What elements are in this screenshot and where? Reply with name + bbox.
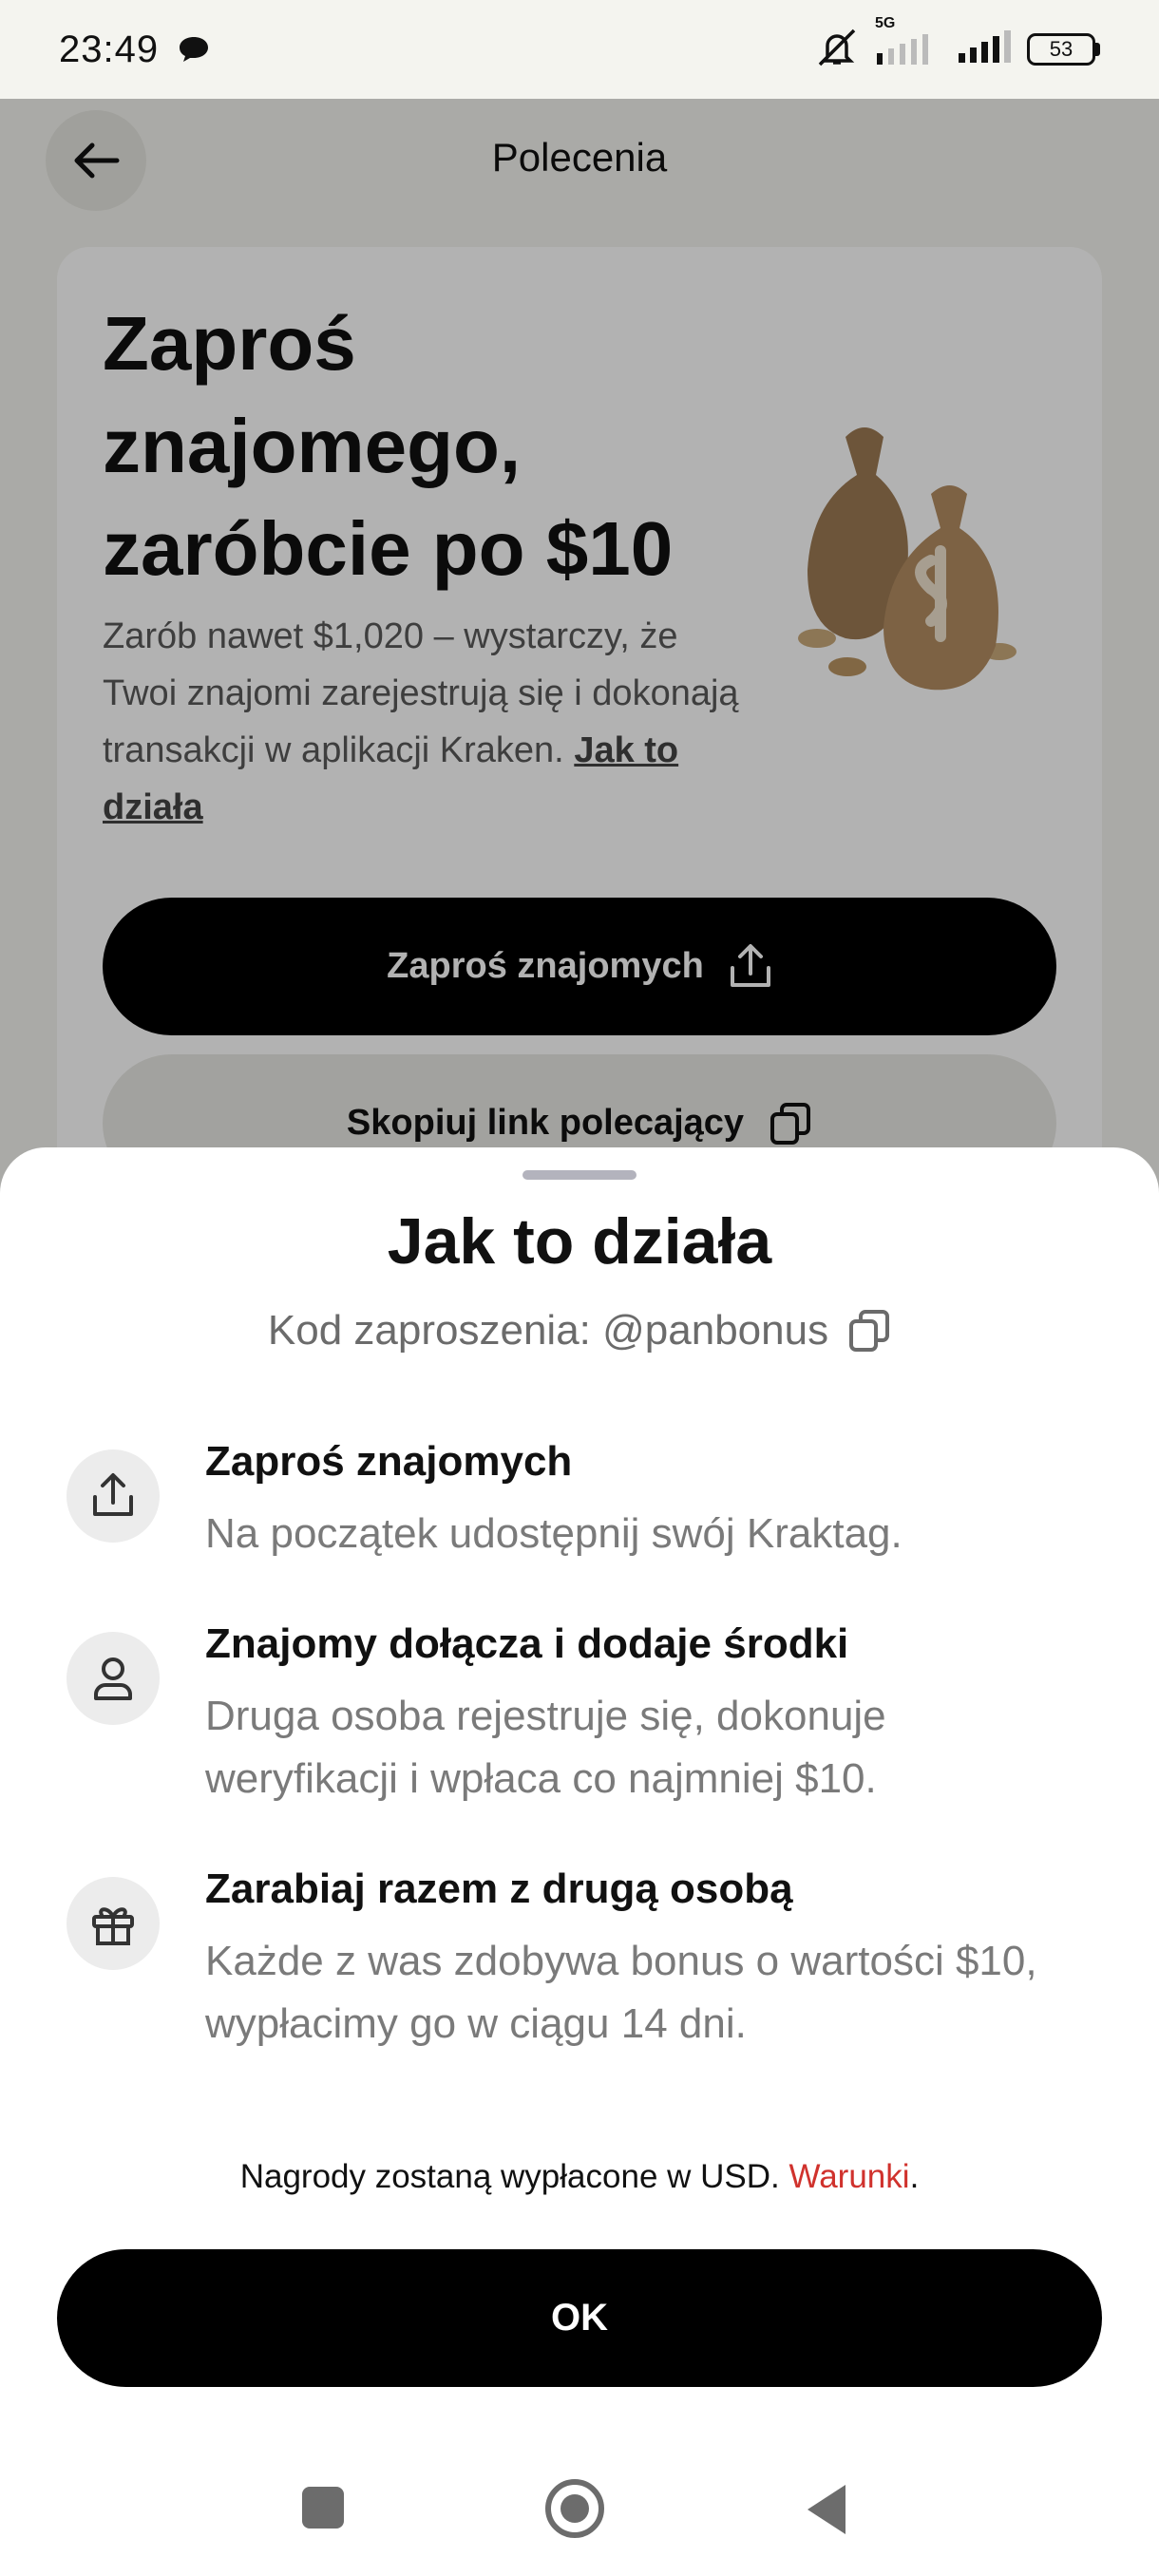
chat-icon <box>178 35 210 64</box>
rewards-note-suffix: . <box>909 2158 920 2195</box>
signal-5g-icon: 5G <box>875 15 941 66</box>
invite-code: Kod zaproszenia: @panbonus <box>267 1307 829 1354</box>
status-bar: 23:49 5G 53 <box>0 0 1159 99</box>
step-title: Znajomy dołącza i dodaje środki <box>205 1620 849 1667</box>
gift-icon <box>66 1877 160 1970</box>
sheet-title: Jak to działa <box>387 1205 772 1278</box>
sheet-grabber[interactable] <box>522 1170 636 1180</box>
status-icons: 5G 53 <box>814 15 1100 73</box>
home-icon[interactable] <box>545 2479 604 2538</box>
battery-level: 53 <box>1027 33 1095 66</box>
nav-back-icon[interactable] <box>808 2485 846 2534</box>
terms-link[interactable]: Warunki <box>788 2158 909 2195</box>
copy-code-icon[interactable] <box>847 1308 891 1354</box>
step-description: Druga osoba rejestruje się, dokonuje wer… <box>205 1693 886 1802</box>
step-description: Każde z was zdobywa bonus o wartości $10… <box>205 1938 1037 2047</box>
how-it-works-sheet: Jak to działa Kod zaproszenia: @panbonus… <box>0 1147 1159 2576</box>
system-nav-bar <box>0 2458 1159 2553</box>
step-title: Zarabiaj razem z drugą osobą <box>205 1866 793 1912</box>
ok-button[interactable]: OK <box>57 2249 1102 2387</box>
share-icon <box>66 1449 160 1543</box>
recent-apps-icon[interactable] <box>302 2487 344 2529</box>
invite-code-row: Kod zaproszenia: @panbonus <box>0 1307 1159 1354</box>
mute-icon <box>814 27 860 73</box>
screen: 23:49 5G 53 Polecenia Zaproś znajomego, … <box>0 0 1159 2576</box>
rewards-note: Nagrody zostaną wypłacone w USD. Warunki… <box>0 2158 1159 2196</box>
signal-icon <box>957 29 1012 69</box>
step-invite: Zaproś znajomych Na początek udostępnij … <box>66 1438 1112 1581</box>
ok-button-label: OK <box>551 2297 608 2339</box>
step-title: Zaproś znajomych <box>205 1438 573 1485</box>
network-label: 5G <box>875 15 896 31</box>
step-earn-together: Zarabiaj razem z drugą osobą Każde z was… <box>66 1866 1112 2055</box>
step-description: Na początek udostępnij swój Kraktag. <box>205 1510 902 1557</box>
step-friend-joins: Znajomy dołącza i dodaje środki Druga os… <box>66 1620 1112 1810</box>
status-time: 23:49 <box>59 28 160 70</box>
rewards-note-text: Nagrody zostaną wypłacone w USD. <box>239 2158 789 2195</box>
person-icon <box>66 1632 160 1725</box>
battery-icon: 53 <box>1027 33 1100 66</box>
